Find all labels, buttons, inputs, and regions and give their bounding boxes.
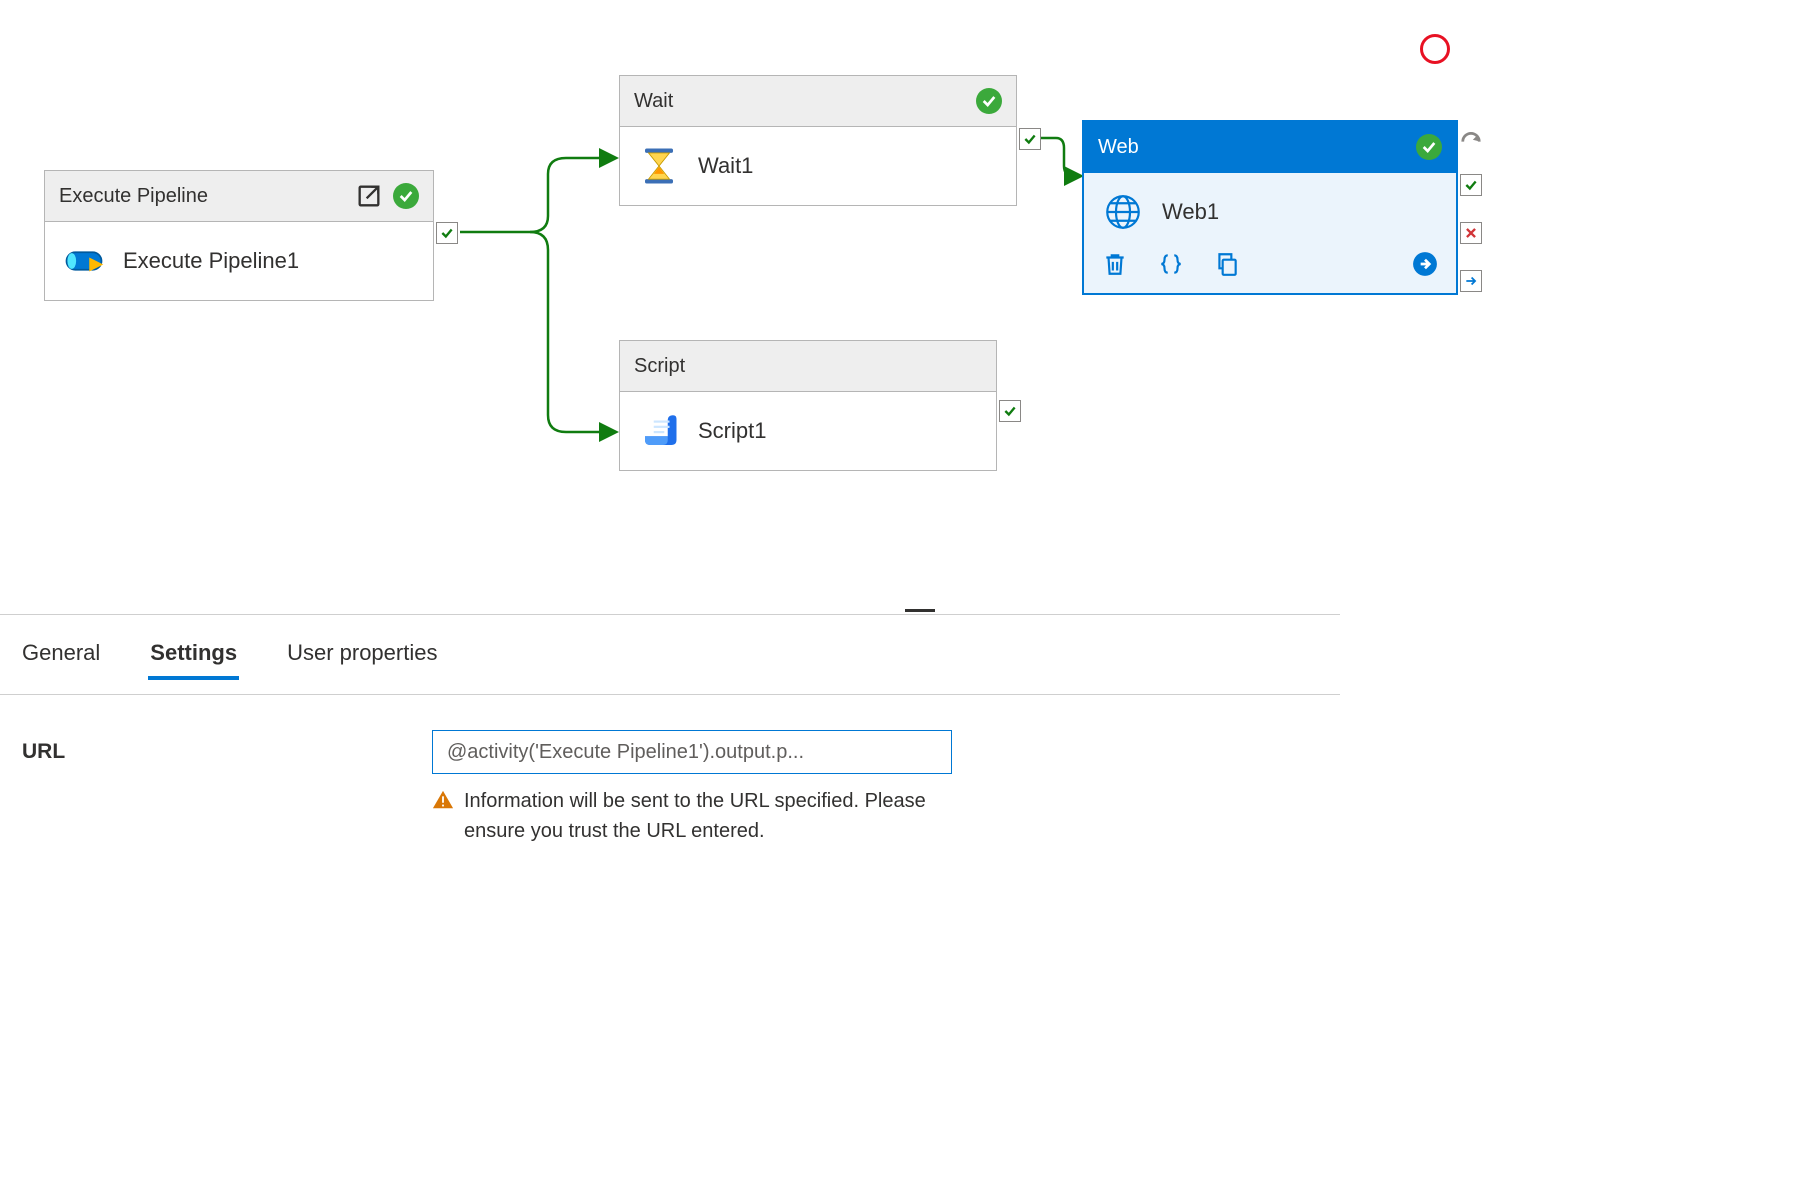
activity-name: Web1 xyxy=(1162,199,1219,225)
on-completion-port[interactable] xyxy=(1460,270,1482,292)
on-fail-port[interactable] xyxy=(1460,222,1482,244)
run-arrow-icon[interactable] xyxy=(1412,251,1438,277)
panel-resize-handle[interactable] xyxy=(905,609,935,612)
tabs-underline xyxy=(0,694,1340,695)
activity-type-label: Execute Pipeline xyxy=(59,185,345,208)
annotation-circle xyxy=(1420,34,1450,64)
activity-deactivate-icon[interactable] xyxy=(1460,128,1482,151)
tab-general[interactable]: General xyxy=(20,630,102,680)
status-success-icon xyxy=(976,88,1002,114)
pipeline-icon xyxy=(63,240,105,282)
properties-tabs: General Settings User properties xyxy=(20,630,439,680)
activity-name: Wait1 xyxy=(698,153,753,179)
tab-user-properties[interactable]: User properties xyxy=(285,630,439,680)
open-external-icon[interactable] xyxy=(355,182,383,210)
hourglass-icon xyxy=(638,145,680,187)
delete-icon[interactable] xyxy=(1102,251,1128,277)
pipeline-canvas[interactable]: Execute Pipeline Execute Pipeli xyxy=(0,0,1800,610)
activity-wait[interactable]: Wait Wait1 xyxy=(619,75,1017,206)
script-icon xyxy=(638,410,680,452)
activity-script[interactable]: Script Script1 xyxy=(619,340,997,471)
success-output-port[interactable] xyxy=(436,222,458,244)
activity-web[interactable]: Web Web1 xyxy=(1082,120,1458,295)
success-output-port[interactable] xyxy=(999,400,1021,422)
on-success-port[interactable] xyxy=(1460,174,1482,196)
url-warning: Information will be sent to the URL spec… xyxy=(432,786,932,846)
status-success-icon xyxy=(1416,134,1442,160)
code-braces-icon[interactable] xyxy=(1158,251,1184,277)
activity-type-label: Web xyxy=(1098,136,1406,159)
status-success-icon xyxy=(393,183,419,209)
activity-execute-pipeline[interactable]: Execute Pipeline Execute Pipeli xyxy=(44,170,434,301)
url-input[interactable]: @activity('Execute Pipeline1').output.p.… xyxy=(432,730,952,774)
panel-divider xyxy=(0,614,1340,615)
globe-icon xyxy=(1102,191,1144,233)
warning-icon xyxy=(432,789,454,811)
activity-name: Script1 xyxy=(698,418,766,444)
url-label: URL xyxy=(22,730,322,764)
activity-name: Execute Pipeline1 xyxy=(123,248,299,274)
settings-url-row: URL @activity('Execute Pipeline1').outpu… xyxy=(22,730,962,846)
tab-settings[interactable]: Settings xyxy=(148,630,239,680)
success-output-port[interactable] xyxy=(1019,128,1041,150)
activity-type-label: Script xyxy=(634,355,982,378)
copy-icon[interactable] xyxy=(1214,251,1240,277)
url-warning-text: Information will be sent to the URL spec… xyxy=(464,786,932,846)
activity-type-label: Wait xyxy=(634,90,966,113)
